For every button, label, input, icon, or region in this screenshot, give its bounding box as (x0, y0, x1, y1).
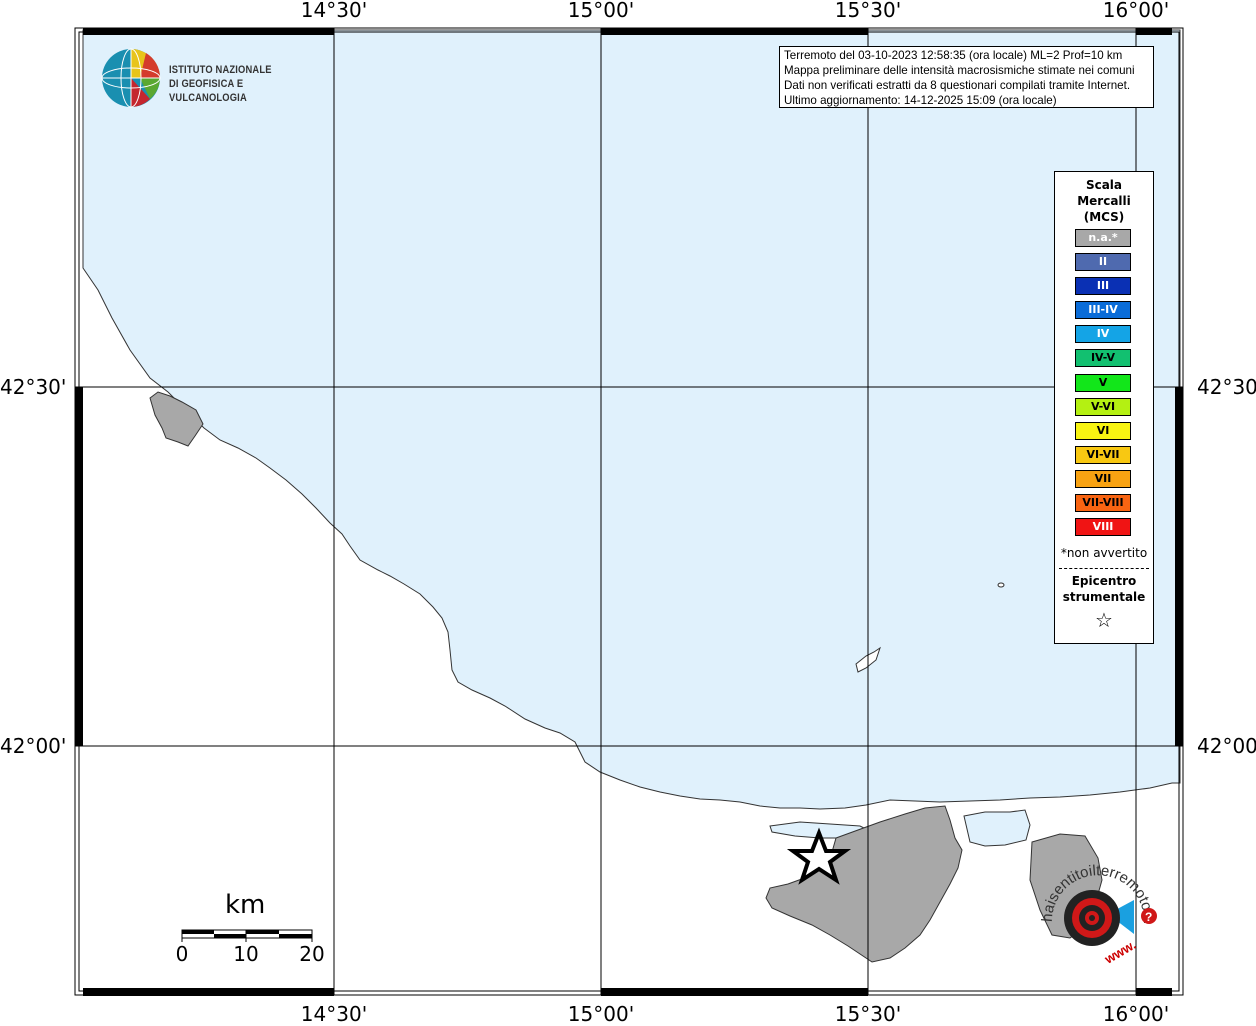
legend-item-3: III-IV (1075, 301, 1131, 320)
legend-item-2: III (1075, 277, 1131, 296)
legend-epicenter-line1: Epicentro (1071, 574, 1137, 588)
lat-label-left-1: 42°30' (0, 375, 67, 399)
legend-epicenter-label: Epicentro strumentale (1055, 573, 1153, 605)
event-info-line2: Mappa preliminare delle intensità macros… (784, 64, 1135, 77)
scale-bar-tick-10: 10 (233, 942, 259, 966)
legend-item-8: VI (1075, 421, 1131, 440)
event-info-line1: Terremoto del 03-10-2023 12:58:35 (ora l… (784, 49, 1123, 62)
legend-item-9: VI-VII (1075, 445, 1131, 464)
haisentitoilterremoto-logo[interactable]: haisentitoilterremoto.it www. ? (1030, 862, 1166, 972)
legend-note: *non avvertito (1060, 546, 1148, 560)
scale-bar-tick-20: 20 (299, 942, 325, 966)
legend-epicenter-line2: strumentale (1062, 590, 1146, 604)
hst-target-icon: haisentitoilterremoto.it www. ? (1039, 862, 1157, 967)
event-info-line3: Dati non verificati estratti da 8 questi… (784, 79, 1131, 92)
legend-item-1: II (1075, 253, 1131, 272)
scale-bar: km 0 10 20 (170, 886, 340, 976)
logo-line2: DI GEOFISICA E VULCANOLOGIA (169, 78, 247, 104)
legend-star-icon: ☆ (1095, 608, 1113, 632)
legend-item-0: n.a.* (1075, 229, 1131, 247)
legend-item-12: VIII (1075, 518, 1131, 537)
ingv-globe-icon (101, 48, 161, 108)
lon-label-bottom-2: 15°00' (567, 1002, 635, 1026)
lon-label-bottom-3: 15°30' (834, 1002, 902, 1026)
legend-items: n.a.* II III III-IV IV IV-V V V-VI VI VI-VII VII VI… (1075, 229, 1131, 542)
event-info-box: Terremoto del 03-10-2023 12:58:35 (ora l… (779, 46, 1154, 108)
legend-item-4: IV (1075, 325, 1131, 344)
legend-item-11: VII-VIII (1075, 494, 1131, 513)
lake-area (963, 809, 1031, 847)
legend-title-line3: (MCS) (1083, 210, 1125, 224)
lat-label-right-2: 42°00' (1197, 734, 1256, 758)
legend-item-10: VII (1075, 469, 1131, 488)
lon-label-bottom-4: 16°00' (1102, 1002, 1170, 1026)
legend-title-line1: Scala (1085, 178, 1123, 192)
lon-label-bottom-1: 14°30' (300, 1002, 368, 1026)
legend-item-5: IV-V (1075, 349, 1131, 368)
legend-item-7: V-VI (1075, 397, 1131, 416)
lon-label-top-4: 16°00' (1102, 0, 1170, 22)
legend-item-6: V (1075, 373, 1131, 392)
legend-title: Scala Mercalli (MCS) (1055, 177, 1153, 225)
scale-bar-tick-0: 0 (175, 942, 189, 966)
hst-logo-question-icon: ? (1145, 910, 1152, 924)
event-info-line4: Ultimo aggiornamento: 14-12-2025 15:09 (… (784, 94, 1057, 107)
logo-line1: ISTITUTO NAZIONALE (169, 64, 272, 76)
ingv-logo: ISTITUTO NAZIONALE DI GEOFISICA E VULCAN… (100, 47, 330, 109)
lon-label-top-3: 15°30' (834, 0, 902, 22)
scale-bar-unit: km (225, 890, 266, 920)
mcs-legend: Scala Mercalli (MCS) n.a.* II III III-IV IV I… (1054, 171, 1154, 644)
lon-label-top-1: 14°30' (300, 0, 368, 22)
island-small (997, 582, 1005, 588)
lat-label-right-1: 42°30' (1197, 375, 1256, 399)
legend-title-line2: Mercalli (1077, 194, 1131, 208)
lat-label-left-2: 42°00' (0, 734, 67, 758)
lon-label-top-2: 15°00' (567, 0, 635, 22)
legend-divider (1059, 568, 1149, 569)
